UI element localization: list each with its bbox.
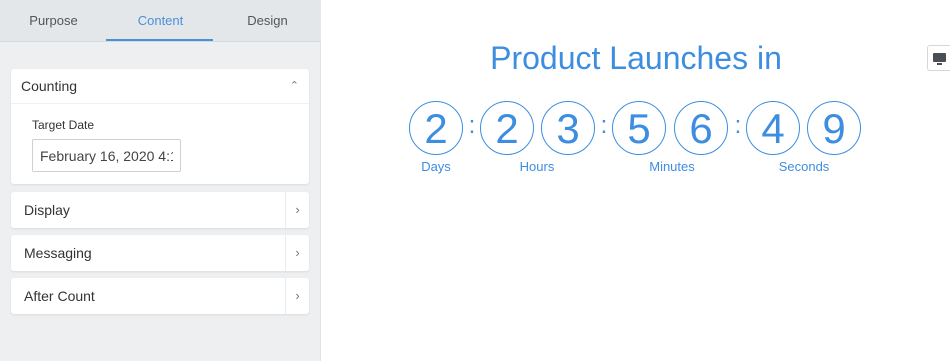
unit-label-minutes: Minutes — [649, 159, 695, 174]
messaging-section-title: Messaging — [24, 245, 92, 261]
countdown-digit-minutes-1: 5 — [612, 101, 666, 155]
countdown-separator: : — [468, 112, 476, 139]
chevron-right-icon[interactable]: › — [285, 192, 309, 228]
unit-label-days: Days — [421, 159, 451, 174]
messaging-section[interactable]: Messaging › — [11, 235, 309, 271]
chevron-right-icon[interactable]: › — [285, 278, 309, 314]
active-tab-indicator — [106, 39, 213, 41]
display-section[interactable]: Display › — [11, 192, 309, 228]
tab-design[interactable]: Design — [214, 0, 321, 42]
countdown-digit-days-1: 2 — [409, 101, 463, 155]
countdown-digit-hours-1: 2 — [480, 101, 534, 155]
unit-label-hours: Hours — [519, 159, 555, 174]
target-date-label: Target Date — [32, 118, 95, 132]
messaging-section-header[interactable]: Messaging › — [11, 235, 309, 271]
settings-panel: Purpose Content Design Counting ⌃ Target… — [0, 0, 321, 361]
tab-content[interactable]: Content — [107, 0, 214, 42]
counting-section: Counting ⌃ Target Date — [11, 69, 309, 184]
display-section-title: Display — [24, 202, 70, 218]
desktop-preview-button[interactable] — [927, 45, 950, 71]
tab-purpose[interactable]: Purpose — [0, 0, 107, 42]
countdown-digit-seconds-2: 9 — [807, 101, 861, 155]
countdown-digit-seconds-1: 4 — [746, 101, 800, 155]
countdown-digit-hours-2: 3 — [541, 101, 595, 155]
countdown-digit-minutes-2: 6 — [674, 101, 728, 155]
after-count-section[interactable]: After Count › — [11, 278, 309, 314]
counting-section-header[interactable]: Counting ⌃ — [11, 69, 309, 104]
unit-label-seconds: Seconds — [778, 159, 830, 174]
countdown-separator: : — [734, 112, 742, 139]
countdown-preview: Product Launches in 2 : 2 3 : 5 6 : 4 9 … — [322, 0, 950, 361]
desktop-monitor-stand — [937, 63, 942, 65]
target-date-input[interactable] — [32, 139, 181, 172]
chevron-right-icon[interactable]: › — [285, 235, 309, 271]
desktop-monitor-icon — [933, 53, 946, 62]
after-count-section-title: After Count — [24, 288, 95, 304]
chevron-up-icon[interactable]: ⌃ — [290, 69, 299, 104]
countdown-separator: : — [600, 112, 608, 139]
display-section-header[interactable]: Display › — [11, 192, 309, 228]
counting-section-title: Counting — [21, 78, 78, 94]
countdown-headline: Product Launches in — [490, 40, 782, 76]
after-count-section-header[interactable]: After Count › — [11, 278, 309, 314]
tab-bar: Purpose Content Design — [0, 0, 321, 42]
